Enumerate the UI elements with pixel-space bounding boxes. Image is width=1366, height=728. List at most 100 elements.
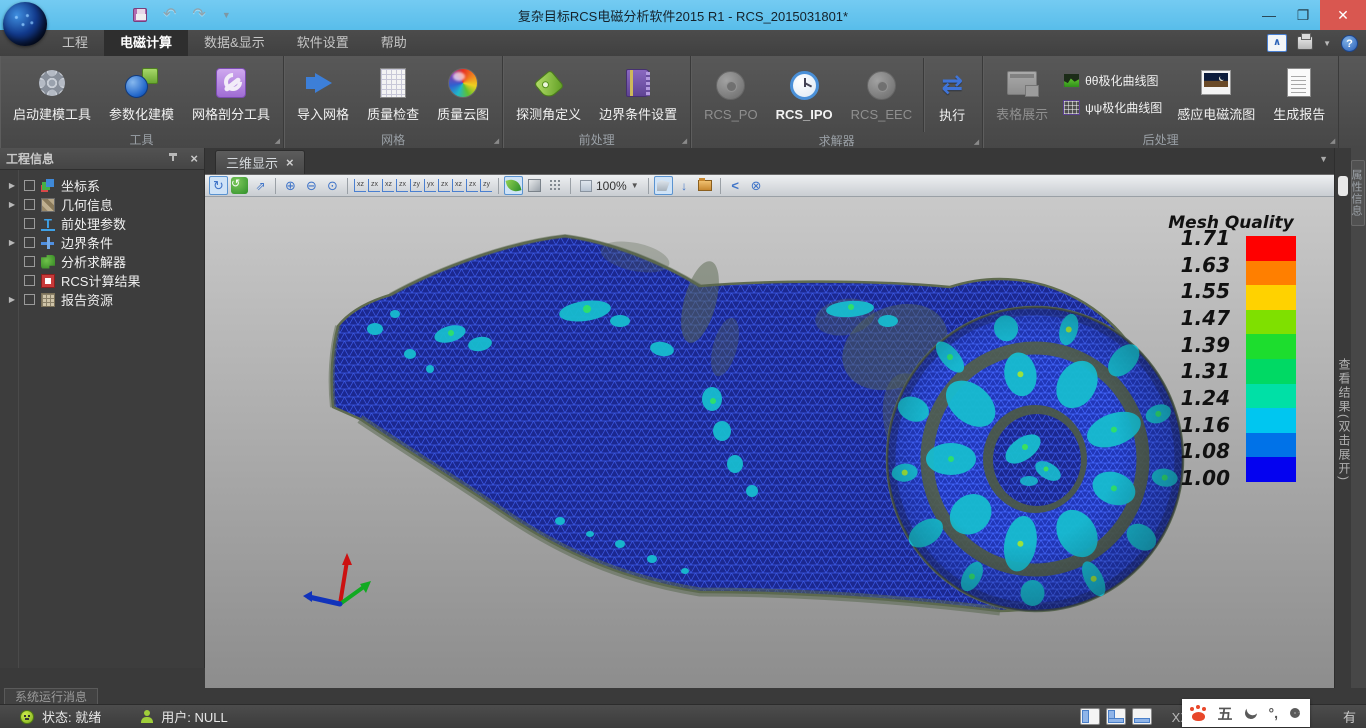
checkbox[interactable]	[24, 199, 35, 210]
pin-icon[interactable]	[168, 153, 178, 165]
rcs-po-button[interactable]: RCS_PO	[697, 67, 764, 124]
tree-item-coordinate-system[interactable]: ▶ 坐标系	[0, 176, 204, 195]
tab-help[interactable]: 帮助	[365, 30, 423, 56]
pan-zoom-arrow-icon[interactable]: ⇗	[251, 176, 270, 195]
restore-button[interactable]: ❐	[1286, 0, 1320, 30]
collapse-ribbon-icon[interactable]: ∧	[1267, 34, 1287, 52]
expand-arrow-icon[interactable]: ▶	[6, 181, 18, 190]
ime-gear-icon[interactable]	[1290, 708, 1300, 718]
table-display-button[interactable]: 表格展示	[989, 64, 1055, 125]
zoom-fit-icon[interactable]: ⊙	[323, 176, 342, 195]
close-view-icon[interactable]: ⊗	[747, 176, 766, 195]
quickbar-dropdown-icon[interactable]: ▼	[222, 10, 231, 20]
group-expand-icon[interactable]: ◢	[494, 137, 499, 145]
zoom-in-icon[interactable]: ⊕	[281, 176, 300, 195]
arrow-down-icon[interactable]: ↓	[675, 176, 694, 195]
tree-item-boundary-conditions[interactable]: ▶ 边界条件	[0, 233, 204, 252]
zoom-level-select[interactable]: 100% ▼	[576, 179, 643, 193]
expand-arrow-icon[interactable]: ▶	[6, 295, 18, 304]
execute-button[interactable]: ⇄ 执行	[928, 65, 976, 126]
tree-item-preprocess-params[interactable]: ▶ T 前处理参数	[0, 214, 204, 233]
tab-close-icon[interactable]: ×	[286, 157, 294, 169]
ime-mode-label[interactable]: 五	[1217, 703, 1232, 724]
group-expand-icon[interactable]: ◢	[1330, 137, 1335, 145]
printer-dropdown-icon[interactable]: ▼	[1323, 39, 1331, 48]
tree-item-geometry-info[interactable]: ▶ 几何信息	[0, 195, 204, 214]
theta-polarization-curve-button[interactable]: θθ极化曲线图	[1059, 71, 1166, 90]
tree-item-report-resources[interactable]: ▶ 报告资源	[0, 290, 204, 309]
view-preset-icon[interactable]: xz	[382, 179, 394, 192]
scrollbar-thumb[interactable]	[1338, 176, 1348, 196]
group-expand-icon[interactable]: ◢	[682, 137, 687, 145]
3d-viewport[interactable]: Mesh Quality 1.711.631.551.471.391.311.2…	[205, 197, 1334, 688]
ime-toolbar[interactable]: 五 °,	[1182, 699, 1310, 727]
tab-em-compute[interactable]: 电磁计算	[104, 30, 188, 56]
save-icon[interactable]	[133, 8, 147, 22]
close-button[interactable]: ✕	[1320, 0, 1366, 30]
mesh-partition-tool-button[interactable]: 网格剖分工具	[185, 64, 277, 125]
tab-data-display[interactable]: 数据&显示	[188, 30, 281, 56]
redo-icon[interactable]: ↷	[192, 7, 205, 23]
app-logo-icon[interactable]	[3, 2, 47, 46]
psi-polarization-curve-button[interactable]: ψψ极化曲线图	[1059, 98, 1166, 117]
view-preset-icon[interactable]: xz	[452, 179, 464, 192]
checkbox[interactable]	[24, 180, 35, 191]
layout-left-bottom-button[interactable]	[1106, 708, 1126, 725]
minimize-button[interactable]: —	[1252, 0, 1286, 30]
tree-item-analysis-solver[interactable]: ▶ 分析求解器	[0, 252, 204, 271]
properties-panel-tab[interactable]: 属性信息	[1351, 160, 1365, 226]
induced-current-map-button[interactable]: 感应电磁流图	[1170, 64, 1262, 125]
launch-modeling-tool-button[interactable]: 启动建模工具	[6, 64, 98, 125]
view-preset-icon[interactable]: zx	[438, 179, 450, 192]
orbit-icon[interactable]: ↺	[230, 176, 249, 195]
import-mesh-button[interactable]: 导入网格	[290, 64, 356, 125]
share-flow-icon[interactable]: <	[726, 176, 745, 195]
checkbox[interactable]	[24, 256, 35, 267]
rotate-view-icon[interactable]: ↻	[209, 176, 228, 195]
results-collapsed-panel[interactable]: 查看结果(双击展开)	[1334, 148, 1351, 688]
quality-check-button[interactable]: 质量检查	[360, 64, 426, 125]
rcs-eec-button[interactable]: RCS_EEC	[844, 67, 919, 124]
probe-angle-button[interactable]: 探测角定义	[509, 64, 588, 125]
printer-icon[interactable]	[1297, 36, 1313, 50]
boundary-condition-button[interactable]: 边界条件设置	[592, 64, 684, 125]
undo-icon[interactable]: ↶	[163, 7, 176, 23]
layout-bottom-button[interactable]	[1132, 708, 1152, 725]
tabbar-dropdown-icon[interactable]: ▼	[1319, 154, 1328, 164]
moon-icon[interactable]	[1244, 706, 1258, 720]
expand-arrow-icon[interactable]: ▶	[6, 200, 18, 209]
checkbox[interactable]	[24, 237, 35, 248]
checkbox[interactable]	[24, 294, 35, 305]
view-preset-icon[interactable]: zy	[480, 179, 492, 192]
view-preset-icon[interactable]: xz	[354, 179, 366, 192]
checkbox[interactable]	[24, 218, 35, 229]
view-preset-icon[interactable]: zx	[396, 179, 408, 192]
folder-icon[interactable]	[696, 176, 715, 195]
layout-left-button[interactable]	[1080, 708, 1100, 725]
group-expand-icon[interactable]: ◢	[275, 137, 280, 145]
quality-cloud-button[interactable]: 质量云图	[430, 64, 496, 125]
flat-mode-icon[interactable]	[525, 176, 544, 195]
points-mode-icon[interactable]	[546, 176, 565, 195]
checkbox[interactable]	[24, 275, 35, 286]
generate-report-button[interactable]: 生成报告	[1266, 64, 1332, 125]
tab-3d-display[interactable]: 三维显示 ×	[215, 150, 305, 174]
system-message-tab[interactable]: 系统运行消息	[4, 688, 98, 705]
surface-pick-icon[interactable]	[654, 176, 673, 195]
view-preset-icon[interactable]: yx	[424, 179, 436, 192]
view-preset-icon[interactable]: zx	[368, 179, 380, 192]
view-preset-icon[interactable]: zy	[410, 179, 422, 192]
parametric-modeling-button[interactable]: 参数化建模	[102, 64, 181, 125]
ime-punctuation-label[interactable]: °,	[1269, 705, 1279, 721]
tab-settings[interactable]: 软件设置	[281, 30, 365, 56]
rcs-ipo-button[interactable]: RCS_IPO	[769, 67, 840, 124]
ime-paw-icon[interactable]	[1192, 712, 1205, 721]
tab-project[interactable]: 工程	[46, 30, 104, 56]
tree-item-rcs-results[interactable]: ▶ RCS计算结果	[0, 271, 204, 290]
shaded-mode-icon[interactable]	[504, 176, 523, 195]
expand-arrow-icon[interactable]: ▶	[6, 238, 18, 247]
help-icon[interactable]: ?	[1341, 35, 1358, 52]
zoom-out-icon[interactable]: ⊖	[302, 176, 321, 195]
group-expand-icon[interactable]: ◢	[974, 138, 979, 146]
panel-close-icon[interactable]: ×	[190, 153, 198, 165]
